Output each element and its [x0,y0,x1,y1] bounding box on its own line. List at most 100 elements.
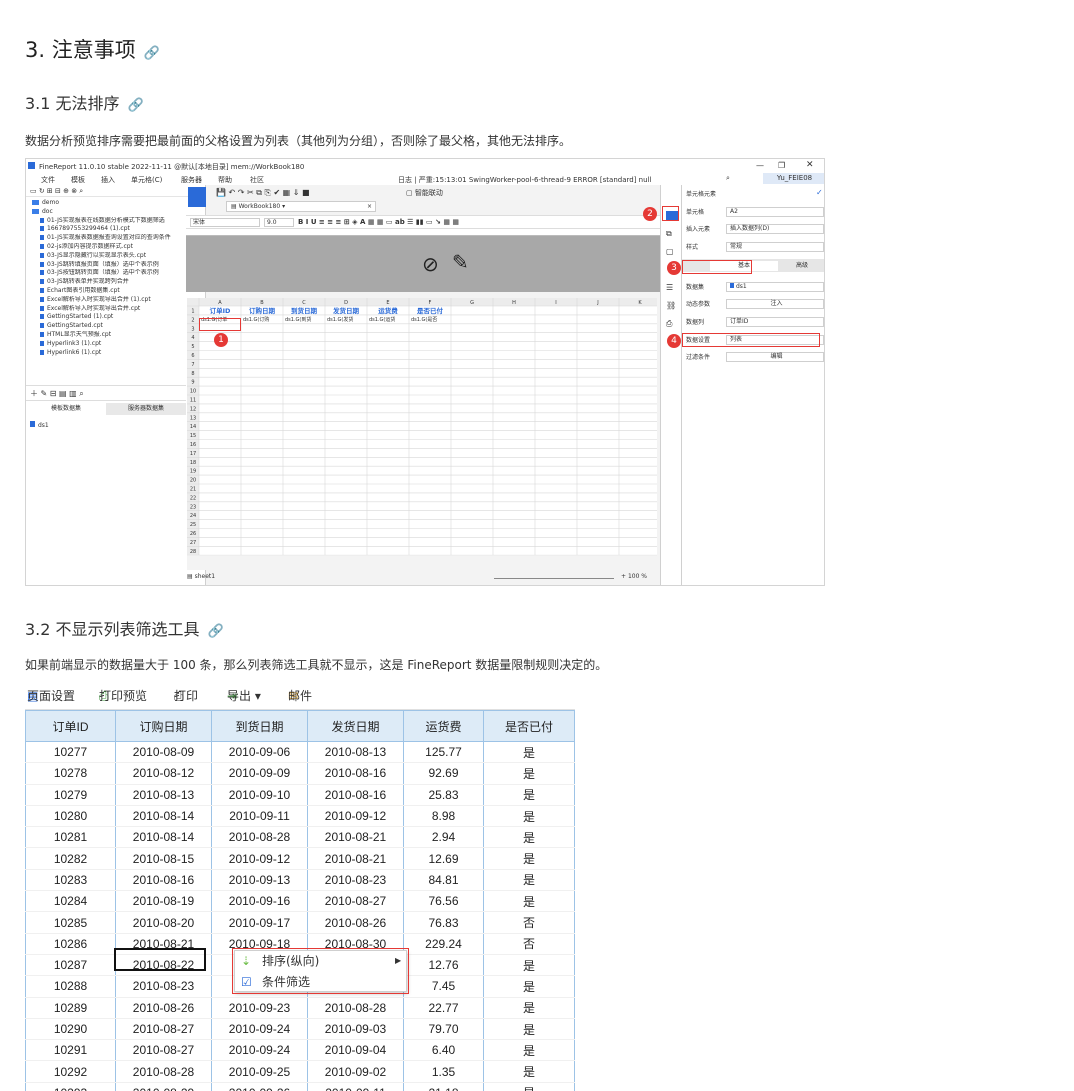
menu-help[interactable]: 帮助 [218,175,232,185]
maximize-icon[interactable]: ❐ [778,161,785,170]
table-cell[interactable]: 2010-09-12 [211,847,308,870]
hide-icon[interactable]: ⊘ [422,252,439,276]
table-cell[interactable]: 2010-09-25 [211,1060,308,1083]
table-cell[interactable]: 2010-08-09 [115,741,212,764]
table-cell[interactable]: 2010-09-17 [211,911,308,934]
table-cell[interactable]: 2010-09-11 [307,1082,404,1091]
table-cell[interactable]: 2010-08-13 [115,784,212,806]
table-cell[interactable]: 10279 [25,784,116,806]
table-cell[interactable]: 84.81 [403,869,484,892]
table-cell[interactable]: 8.98 [403,805,484,828]
close-icon[interactable]: ✕ [806,160,814,170]
table-cell[interactable]: 76.56 [403,890,484,913]
tree-item[interactable]: 03-JS跳转表单并实现跨列合并 [26,278,205,287]
dynamic-param-button[interactable]: 注入 [726,299,824,309]
tab-server-dataset[interactable]: 服务器数据集 [106,403,186,415]
menu-insert[interactable]: 插入 [101,175,115,185]
table-cell[interactable]: 22.77 [403,997,484,1019]
table-cell[interactable]: 79.70 [403,1018,484,1041]
filter-edit-button[interactable]: 编辑 [726,352,824,362]
table-cell[interactable]: 是 [483,869,575,892]
table-cell[interactable]: 2010-08-26 [307,911,404,934]
table-cell[interactable]: 10278 [25,762,116,785]
menu-template[interactable]: 模板 [71,175,85,185]
table-cell[interactable]: 否 [483,933,575,955]
table-cell[interactable]: 2010-09-11 [211,805,308,828]
table-cell[interactable]: 2010-09-24 [211,1039,308,1062]
close-tab-icon[interactable]: × [367,202,372,212]
link-icon[interactable]: 🔗 [128,98,144,113]
table-cell[interactable]: 2010-09-09 [211,762,308,785]
tree-item[interactable]: Excel解析导入时实现导出合并 (1).cpt [26,296,205,305]
table-cell[interactable]: 2010-09-24 [211,1018,308,1041]
zoom-level[interactable]: + 100 % [621,573,647,580]
column-header[interactable]: 运货费 [403,710,484,742]
table-cell[interactable]: 2010-08-15 [115,847,212,870]
link-icon[interactable]: 🔗 [208,624,224,639]
table-cell[interactable]: 是 [483,1082,575,1091]
table-cell[interactable]: 2010-08-14 [115,826,212,849]
tab-advanced[interactable]: 高级 [782,261,822,271]
table-cell[interactable]: 10293 [25,1082,116,1091]
column-header[interactable]: 发货日期 [307,710,404,742]
table-cell[interactable]: 是 [483,784,575,806]
table-cell[interactable]: 2010-08-21 [307,847,404,870]
user-name[interactable]: Yu_FEIE08 [763,173,824,184]
table-cell[interactable]: 2010-08-23 [115,975,212,998]
sheet-tab[interactable]: ▤ sheet1 [187,573,215,580]
table-cell[interactable]: 2.94 [403,826,484,849]
cell-field[interactable]: A2 [726,207,824,217]
table-cell[interactable]: 2010-09-12 [307,805,404,828]
table-cell[interactable]: 10287 [25,954,116,977]
table-cell[interactable]: 2010-08-28 [307,997,404,1019]
font-select[interactable]: 宋体 [190,218,260,227]
table-cell[interactable]: 是 [483,741,575,764]
template-tab[interactable]: ▤ WorkBook180 ▾ × [226,201,376,212]
hyperlink-icon[interactable]: ⛓ [666,301,676,310]
cell-attr-icon[interactable]: ⧉ [666,229,672,239]
table-cell[interactable]: 2010-08-20 [115,911,212,934]
tree-item[interactable]: 02-js添加内容提示数据样式.cpt [26,243,205,252]
table-cell[interactable]: 是 [483,954,575,977]
tree-item[interactable]: HTML显示天气预报.cpt [26,331,205,340]
tree-item[interactable]: 1667897553299464 (1).cpt [26,225,205,234]
table-cell[interactable]: 是 [483,826,575,849]
tree-item[interactable]: Hyperlink6 (1).cpt [26,349,205,358]
column-header[interactable]: 到货日期 [211,710,308,742]
table-cell[interactable]: 1.35 [403,1060,484,1083]
tree-item[interactable]: doc [26,208,205,217]
tree-item[interactable]: Echart图表引用数据集.cpt [26,287,205,296]
tree-item[interactable]: 03-JS按钮跳转页面（填报）选中个表示例 [26,269,205,278]
table-cell[interactable]: 2010-09-02 [307,1060,404,1083]
table-cell[interactable]: 2010-08-27 [115,1018,212,1041]
minimize-icon[interactable]: — [756,161,764,170]
table-cell[interactable]: 2010-09-06 [211,741,308,764]
table-cell[interactable]: 10291 [25,1039,116,1062]
dataset-select[interactable]: ds1 [726,282,824,292]
table-cell[interactable]: 2010-09-26 [211,1082,308,1091]
table-cell[interactable]: 10282 [25,847,116,870]
table-cell[interactable]: 2010-08-16 [307,762,404,785]
tree-item[interactable]: 01-JS实现报表在线数据分析模式下数据筛选 [26,217,205,226]
tree-item[interactable]: GettingStarted.cpt [26,322,205,331]
table-cell[interactable]: 2010-08-16 [307,784,404,806]
table-cell[interactable]: 是 [483,997,575,1019]
table-cell[interactable]: 2010-08-26 [115,997,212,1019]
tree-item[interactable]: 03-JS跳转填报页面（填报）选中个表示例 [26,261,205,270]
table-cell[interactable]: 2010-08-19 [115,890,212,913]
table-cell[interactable]: 10284 [25,890,116,913]
link-icon[interactable]: 🔗 [144,46,160,61]
table-cell[interactable]: 2010-09-03 [307,1018,404,1041]
table-cell[interactable]: 2010-08-14 [115,805,212,828]
table-cell[interactable]: 10288 [25,975,116,998]
table-cell[interactable]: 是 [483,762,575,785]
style-select[interactable]: 常规 [726,242,824,252]
table-cell[interactable]: 25.83 [403,784,484,806]
table-cell[interactable]: 2010-08-23 [307,869,404,892]
table-cell[interactable]: 2010-08-12 [115,762,212,785]
table-cell[interactable]: 是 [483,805,575,828]
menu-cell[interactable]: 单元格(C) [131,175,162,185]
new-report-icon[interactable] [188,187,206,207]
table-cell[interactable]: 2010-08-21 [307,826,404,849]
table-cell[interactable]: 229.24 [403,933,484,955]
